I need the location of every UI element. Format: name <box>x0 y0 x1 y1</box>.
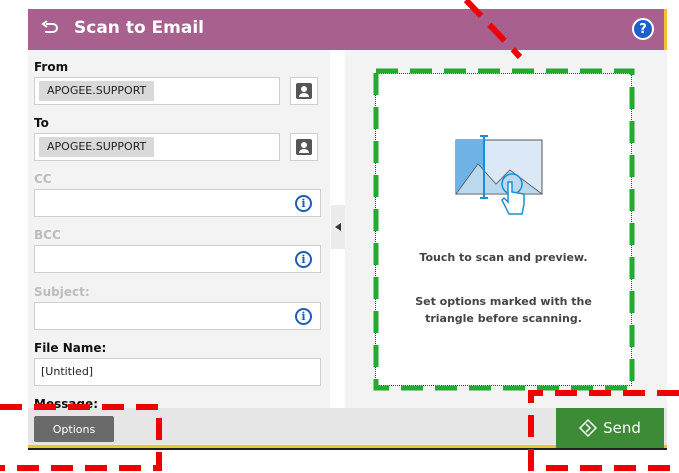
annotation-overlay <box>0 0 679 471</box>
